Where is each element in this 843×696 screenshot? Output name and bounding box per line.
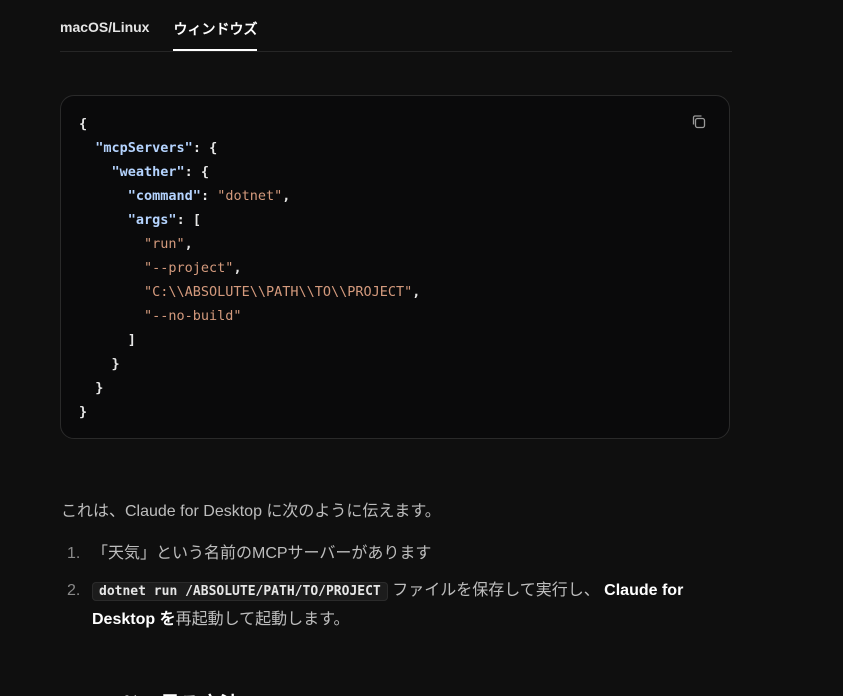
inline-code: dotnet run /ABSOLUTE/PATH/TO/PROJECT <box>92 582 388 601</box>
list-number: 2. <box>67 582 81 599</box>
os-tabs: macOS/Linux ウィンドウズ <box>60 0 732 52</box>
code-content: { "mcpServers": { "weather": { "command"… <box>79 116 421 420</box>
copy-icon[interactable] <box>691 114 707 130</box>
code-string: "dotnet" <box>217 188 283 204</box>
list-item: 1. 「天気」という名前のMCPサーバーがあります <box>61 540 721 568</box>
intro-text: これは、Claude for Desktop に次のように伝えます。 <box>61 503 441 520</box>
code-string: "run" <box>144 236 185 252</box>
code-block: { "mcpServers": { "weather": { "command"… <box>60 95 730 439</box>
code-string: "C:\\ABSOLUTE\\PATH\\TO\\PROJECT" <box>144 284 413 300</box>
list-number: 1. <box>67 545 81 562</box>
list-item-text: 再起動して起動します。 <box>175 611 350 628</box>
list-item-text: ファイルを保存して実行し、 <box>387 582 600 599</box>
code-key: "command" <box>127 188 201 204</box>
code-key: "weather" <box>111 164 185 180</box>
docs-page: macOS/Linux ウィンドウズ { "mcpServers": { "we… <box>0 0 843 696</box>
code-string: "--project" <box>144 260 234 276</box>
list-item-text: 「天気」という名前のMCPサーバーがあります <box>92 545 432 562</box>
code-string: "--no-build" <box>144 308 242 324</box>
section-heading: コマンドで見る方法 <box>60 688 240 696</box>
code-key: "mcpServers" <box>95 140 193 156</box>
tab-windows[interactable]: ウィンドウズ <box>173 0 258 51</box>
code-key: "args" <box>127 212 177 228</box>
steps-list: 1. 「天気」という名前のMCPサーバーがあります 2. dotnet run … <box>61 540 721 643</box>
list-item: 2. dotnet run /ABSOLUTE/PATH/TO/PROJECT … <box>61 577 721 634</box>
tab-macos-linux[interactable]: macOS/Linux <box>60 0 149 50</box>
